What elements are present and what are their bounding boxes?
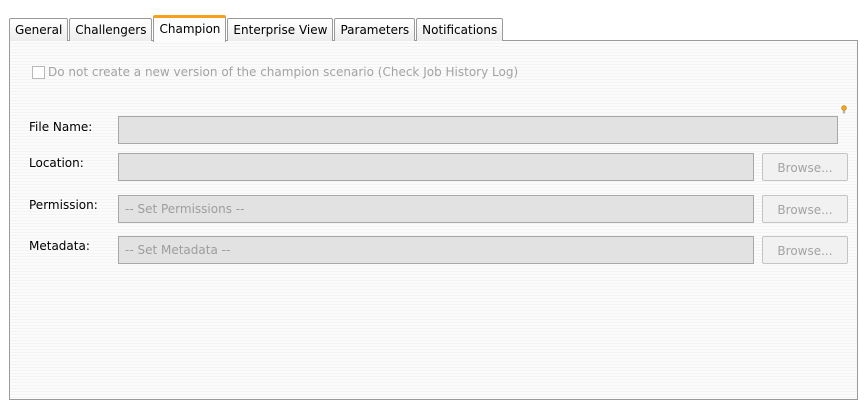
lightbulb-icon bbox=[841, 105, 847, 114]
no-new-version-checkbox[interactable] bbox=[32, 65, 45, 79]
permission-input[interactable]: -- Set Permissions -- bbox=[118, 195, 754, 223]
tab-notifications[interactable]: Notifications bbox=[416, 18, 504, 41]
no-new-version-option[interactable]: Do not create a new version of the champ… bbox=[32, 63, 518, 81]
metadata-label: Metadata: bbox=[29, 239, 90, 253]
tab-general[interactable]: General bbox=[9, 18, 69, 41]
file-name-input[interactable] bbox=[118, 116, 838, 144]
location-browse-button[interactable]: Browse... bbox=[762, 153, 848, 181]
tab-champion[interactable]: Champion bbox=[153, 15, 227, 42]
location-label: Location: bbox=[29, 156, 84, 170]
no-new-version-label: Do not create a new version of the champ… bbox=[48, 65, 519, 79]
champion-panel: Do not create a new version of the champ… bbox=[9, 40, 858, 400]
permission-browse-button[interactable]: Browse... bbox=[762, 195, 848, 223]
tab-bar: General Challengers Champion Enterprise … bbox=[9, 15, 504, 42]
tab-parameters[interactable]: Parameters bbox=[334, 18, 416, 41]
tab-challengers[interactable]: Challengers bbox=[69, 18, 153, 41]
file-name-label: File Name: bbox=[29, 120, 93, 134]
metadata-input[interactable]: -- Set Metadata -- bbox=[118, 236, 754, 264]
metadata-browse-button[interactable]: Browse... bbox=[762, 236, 848, 264]
location-input[interactable] bbox=[118, 153, 754, 181]
tab-enterprise-view[interactable]: Enterprise View bbox=[227, 18, 334, 41]
permission-label: Permission: bbox=[29, 198, 98, 212]
